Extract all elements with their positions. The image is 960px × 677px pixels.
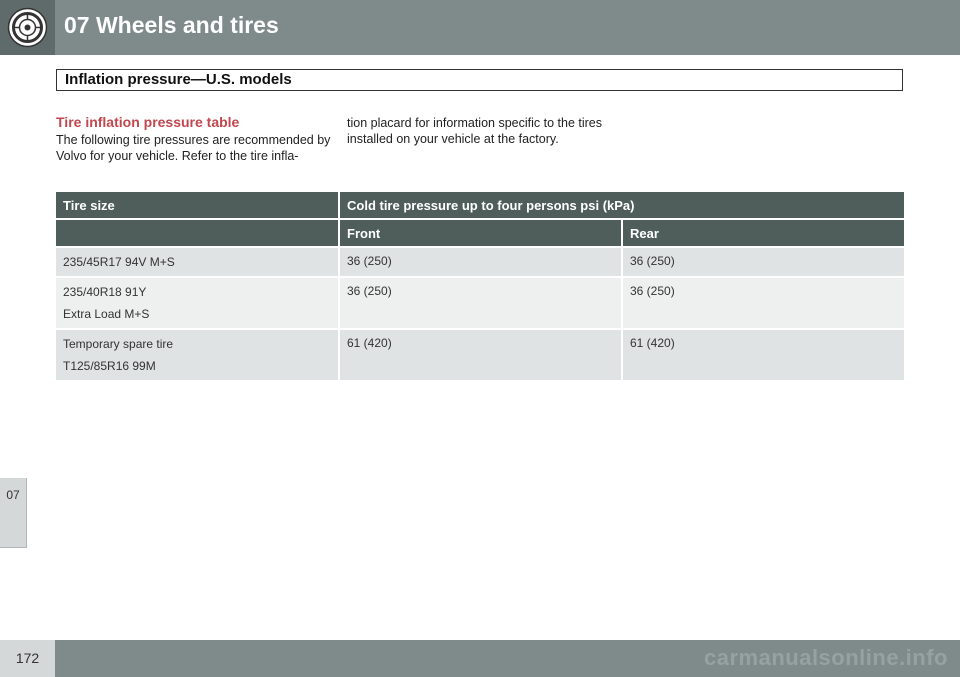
page-number: 172 [15, 650, 40, 666]
tire-size-line: Temporary spare tire [63, 337, 174, 351]
tire-pressure-table: Tire size Cold tire pressure up to four … [56, 192, 904, 382]
table-row: 235/40R18 91Y Extra Load M+S 36 (250) 36… [56, 277, 904, 330]
table-row: Temporary spare tire T125/85R16 99M 61 (… [56, 329, 904, 382]
table-row: 235/45R17 94V M+S 36 (250) 36 (250) [56, 247, 904, 278]
page-number-box: 172 [0, 640, 55, 677]
header-tire-size: Tire size [56, 192, 339, 220]
chapter-header: 07 Wheels and tires [0, 0, 960, 55]
chapter-tab: 07 [0, 478, 27, 548]
tire-size-line: 235/40R18 91Y [63, 285, 147, 299]
page-footer: carmanualsonline.info [0, 640, 960, 677]
tire-size-line: 235/45R17 94V M+S [63, 255, 175, 269]
front-pressure-cell: 36 (250) [338, 247, 622, 278]
chapter-title: 07 Wheels and tires [64, 12, 279, 38]
watermark: carmanualsonline.info [704, 645, 948, 670]
front-pressure-cell: 36 (250) [338, 277, 622, 330]
section-title: Inflation pressure—U.S. models [65, 71, 292, 88]
left-margin [0, 55, 28, 640]
header-rear: Rear [621, 219, 904, 248]
tire-size-cell: 235/45R17 94V M+S [56, 247, 339, 278]
subheading: Tire inflation pressure table [56, 114, 240, 130]
table-subheader-row: Front Rear [56, 219, 904, 248]
tire-size-cell: Temporary spare tire T125/85R16 99M [56, 329, 339, 382]
table-header-row: Tire size Cold tire pressure up to four … [56, 192, 904, 220]
rear-pressure-cell: 61 (420) [621, 329, 904, 382]
paragraph-column-1: The following tire pressures are recomme… [56, 133, 331, 163]
tire-size-cell: 235/40R18 91Y Extra Load M+S [56, 277, 339, 330]
tire-size-line: T125/85R16 99M [63, 359, 156, 373]
header-front: Front [338, 219, 622, 248]
rear-pressure-cell: 36 (250) [621, 277, 904, 330]
tire-size-line: Extra Load M+S [63, 307, 150, 321]
front-pressure-cell: 61 (420) [338, 329, 622, 382]
header-empty [56, 219, 339, 248]
chapter-logo [0, 0, 55, 55]
rear-pressure-cell: 36 (250) [621, 247, 904, 278]
section-title-box: Inflation pressure—U.S. models [56, 69, 903, 91]
paragraph-column-2: tion placard for information specific to… [347, 116, 602, 146]
tire-icon [7, 7, 48, 48]
header-pressure: Cold tire pressure up to four persons ps… [338, 192, 904, 220]
